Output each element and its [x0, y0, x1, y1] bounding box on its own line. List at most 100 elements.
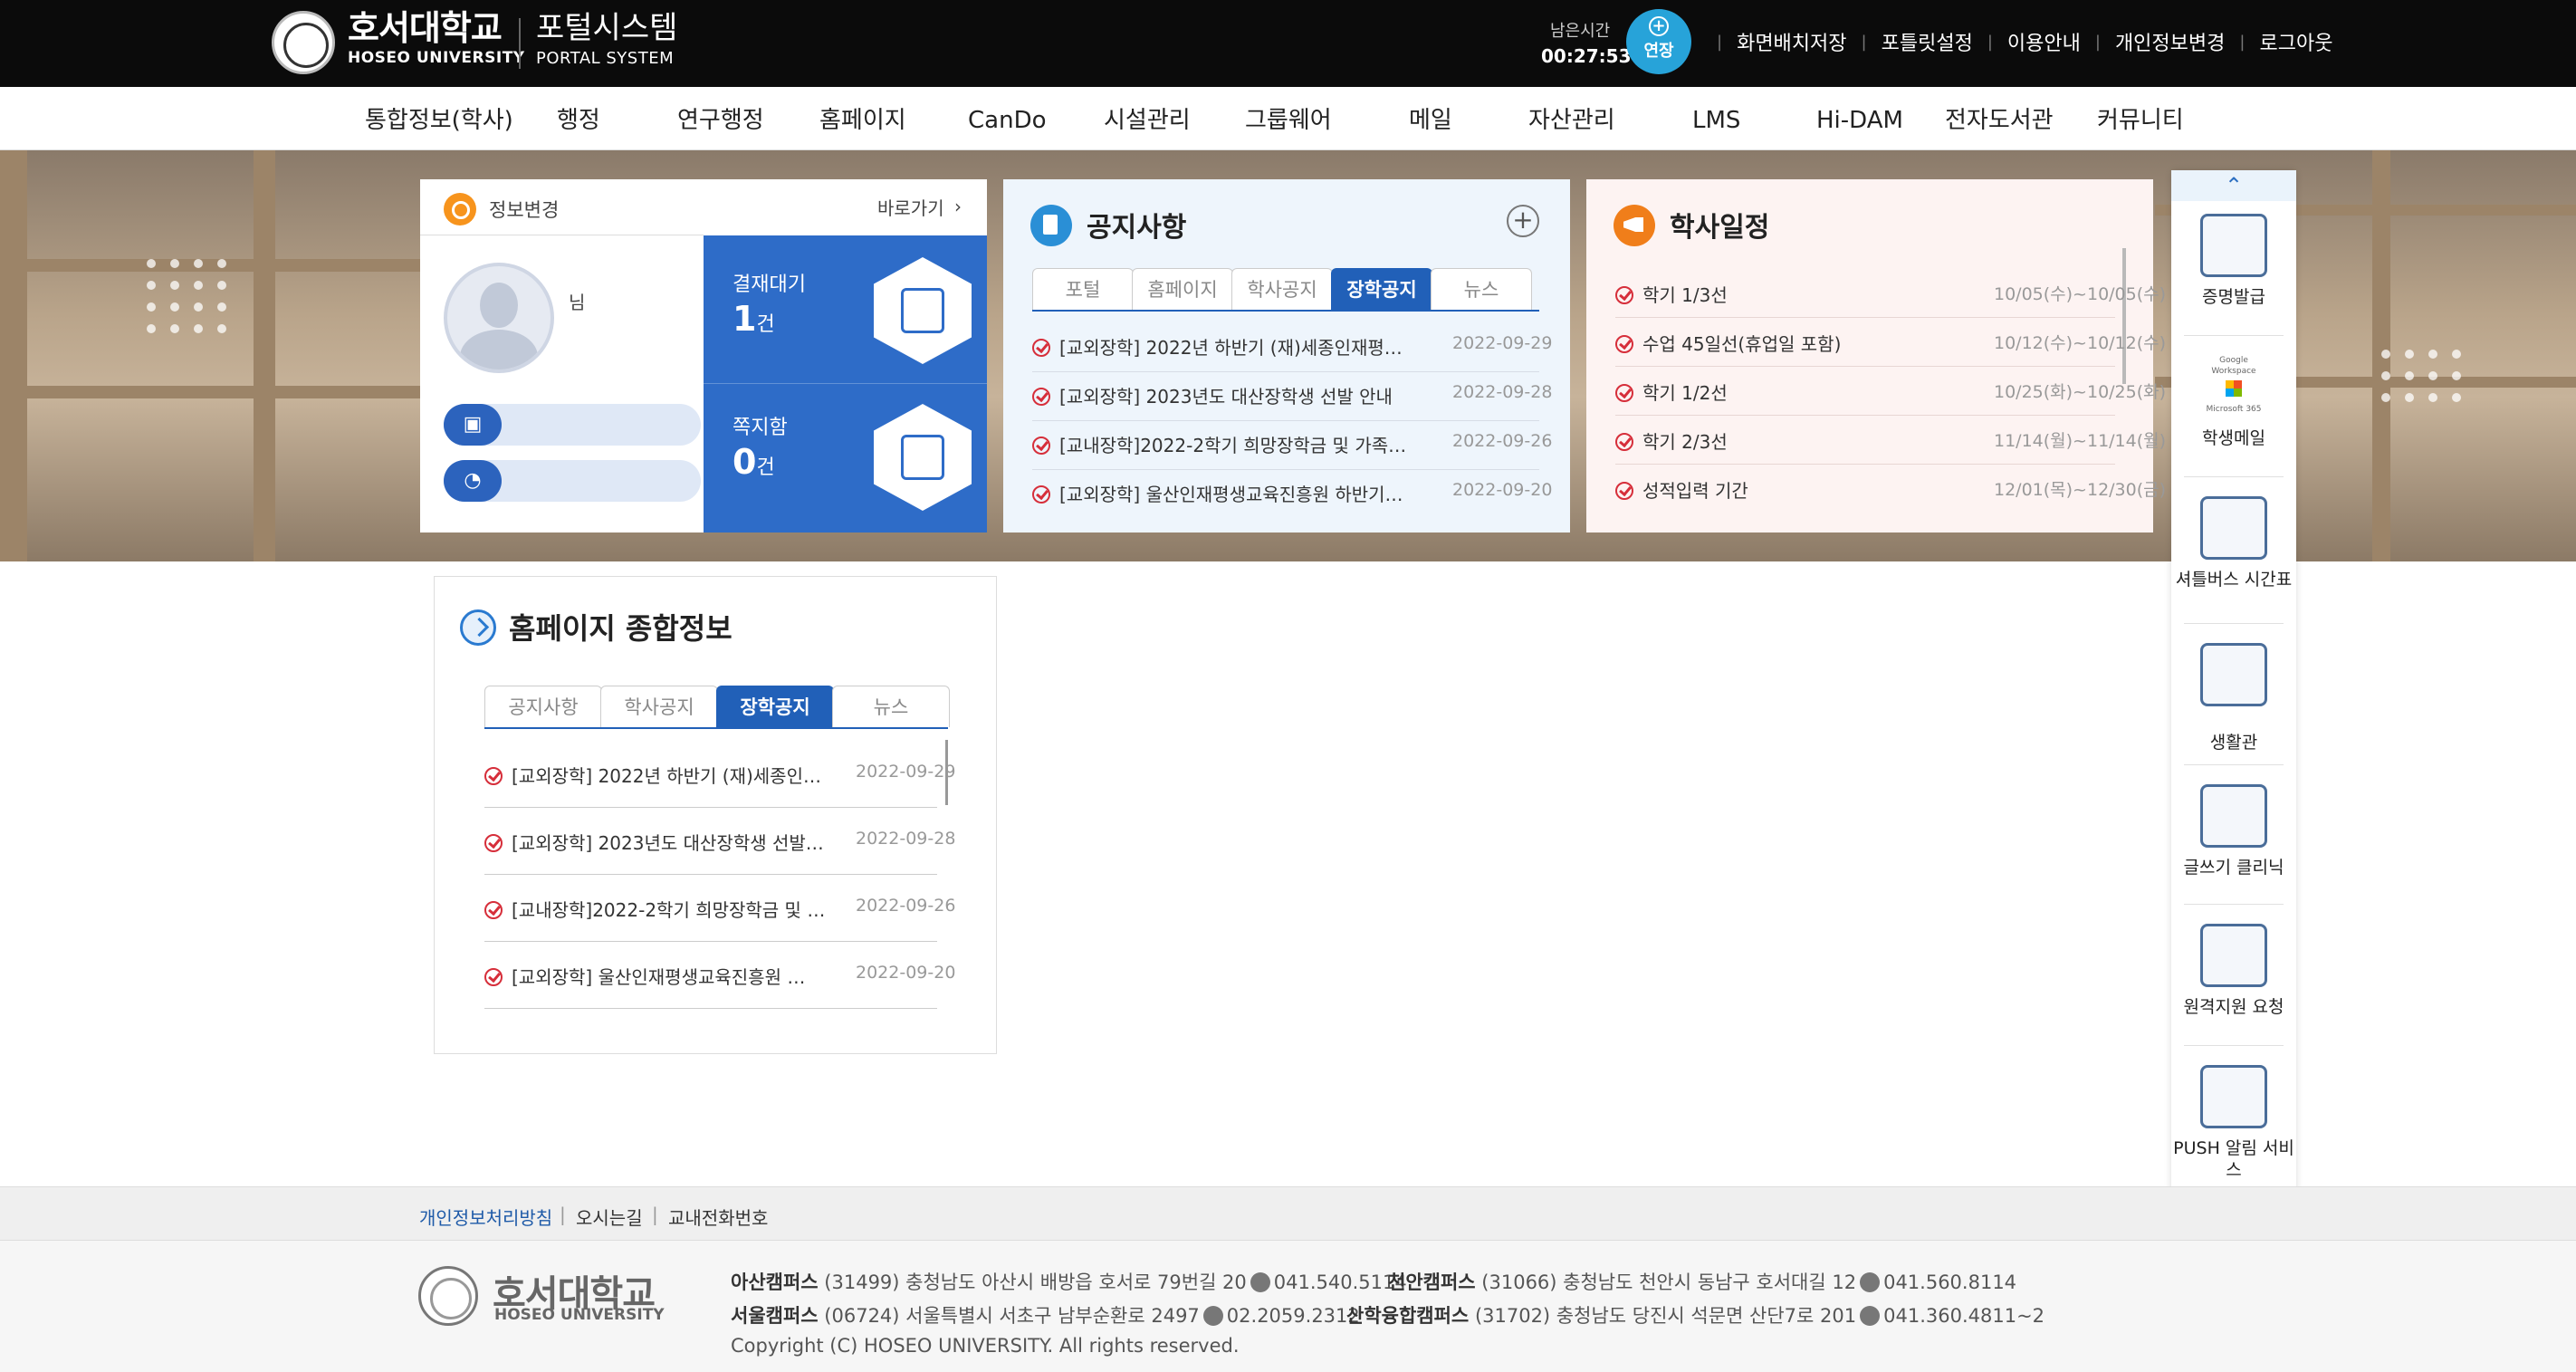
list-item[interactable]: [교외장학] 2022년 하반기 (재)세종인재평… 2022-09-29 [1032, 333, 1552, 360]
homepage-tabs: 공지사항 학사공지 장학공지 뉴스 [484, 686, 950, 727]
logo-title[interactable]: 호서대학교 [348, 9, 503, 47]
top-link-portlet-settings[interactable]: 포틀릿설정 [1882, 27, 1973, 56]
footer-logo-subtitle: HOSEO UNIVERSITY [494, 1306, 665, 1324]
approval-count: 1건 [733, 299, 775, 339]
check-icon [484, 968, 503, 986]
extend-session-button[interactable]: + 연장 [1626, 9, 1691, 74]
quick-item-student-mail[interactable]: Google Workspace Microsoft 365 학생메일 [2171, 355, 2296, 449]
top-link-save-layout[interactable]: 화면배치저장 [1737, 27, 1846, 56]
pen-icon [2200, 784, 2267, 848]
user-info-pill[interactable]: ▣ [444, 404, 701, 446]
building-icon [2200, 643, 2267, 706]
list-item[interactable]: [교내장학]2022-2학기 희망장학금 및 … 2022-09-26 [484, 896, 955, 922]
tab-scholarship-notice[interactable]: 장학공지 [716, 686, 834, 727]
nav-item-facility[interactable]: 시설관리 [1104, 87, 1191, 150]
approval-pending[interactable]: 결재대기 1건 [704, 235, 987, 384]
top-link-logout[interactable]: 로그아웃 [2259, 27, 2332, 56]
check-icon [1615, 433, 1633, 451]
approval-label: 결재대기 [733, 273, 806, 296]
quick-item-writing-clinic[interactable]: 글쓰기 클리닉 [2171, 784, 2296, 878]
document-icon [1030, 205, 1072, 246]
chevron-up-icon[interactable]: ⌃ [2171, 170, 2296, 201]
phone-icon [1250, 1272, 1270, 1292]
top-link-edit-profile[interactable]: 개인정보변경 [2115, 27, 2225, 56]
check-icon [1615, 384, 1633, 402]
top-links: | 화면배치저장 | 포틀릿설정 | 이용안내 | 개인정보변경 | 로그아웃 [1702, 27, 2332, 56]
alarm-info-pill[interactable]: ◔ [444, 460, 701, 502]
portal-title: 포털시스템 [536, 10, 678, 46]
university-seal-logo[interactable] [272, 11, 335, 74]
info-panel: 정보변경 바로가기 › 님 ▣ ◔ 결재대기 1건 쪽지함 0건 [420, 179, 987, 532]
schedule-scrollbar[interactable] [2122, 248, 2126, 384]
user-name-suffix: 님 [569, 292, 586, 313]
schedule-item[interactable]: 학기 1/3선 10/05(수)~10/05(수) [1615, 281, 2166, 307]
nav-item-mail[interactable]: 메일 [1409, 87, 1452, 150]
check-icon [1032, 437, 1050, 455]
list-item[interactable]: [교외장학] 울산인재평생교육진흥원 하반기… 2022-09-20 [1032, 480, 1552, 506]
footer-link-directions[interactable]: 오시는길 [576, 1204, 643, 1230]
nav-item-cando[interactable]: CanDo [968, 87, 1047, 150]
nav-item-homepage[interactable]: 홈페이지 [819, 87, 906, 150]
check-icon [1615, 335, 1633, 353]
nav-item-administration[interactable]: 행정 [557, 87, 600, 150]
footer-link-phone-directory[interactable]: 교내전화번호 [668, 1204, 768, 1230]
schedule-item[interactable]: 성적입력 기간 12/01(목)~12/30(금) [1615, 476, 2166, 503]
logo-subtitle: HOSEO UNIVERSITY [348, 49, 525, 67]
megaphone-icon [1614, 205, 1655, 246]
schedule-item[interactable]: 학기 2/3선 11/14(월)~11/14(월) [1615, 427, 2166, 454]
tab-news[interactable]: 뉴스 [832, 686, 950, 727]
check-icon [1615, 286, 1633, 304]
remaining-time-value: 00:27:53 [1541, 45, 1632, 67]
list-item[interactable]: [교내장학]2022-2학기 희망장학금 및 가족… 2022-09-26 [1032, 431, 1552, 457]
nav-item-lms[interactable]: LMS [1692, 87, 1740, 150]
message-box[interactable]: 쪽지함 0건 [704, 384, 987, 532]
list-item[interactable]: [교외장학] 2023년도 대산장학생 선발 안내 2022-09-28 [1032, 382, 1552, 408]
check-icon [1032, 485, 1050, 504]
quick-item-dormitory[interactable]: 생활관 [2171, 643, 2296, 753]
portal-subtitle: PORTAL SYSTEM [536, 49, 675, 68]
list-item[interactable]: [교외장학] 울산인재평생교육진흥원 … 2022-09-20 [484, 963, 955, 989]
tab-academic-notice[interactable]: 학사공지 [600, 686, 718, 727]
more-plus-icon[interactable]: + [1507, 205, 1539, 237]
nav-item-groupware[interactable]: 그룹웨어 [1245, 87, 1332, 150]
quick-menu: ⌃ 증명발급 Google Workspace Microsoft 365 학생메… [2171, 170, 2296, 1221]
monitor-icon: ▣ [444, 404, 502, 446]
chevron-right-icon[interactable]: › [954, 196, 962, 217]
tab-portal[interactable]: 포털 [1032, 268, 1134, 310]
quick-item-push-alert[interactable]: PUSH 알림 서비스 [2171, 1065, 2296, 1181]
quick-item-remote-support[interactable]: 원격지원 요청 [2171, 924, 2296, 1018]
tab-academic-notice[interactable]: 학사공지 [1231, 268, 1333, 310]
nav-item-assets[interactable]: 자산관리 [1528, 87, 1615, 150]
nav-item-academic[interactable]: 통합정보(학사) [365, 87, 513, 150]
homepage-info-panel: 홈페이지 종합정보 공지사항 학사공지 장학공지 뉴스 [교외장학] 2022년… [434, 576, 997, 1054]
footer-link-privacy[interactable]: 개인정보처리방침 [419, 1204, 552, 1230]
logo-divider [519, 18, 521, 69]
tab-notice[interactable]: 공지사항 [484, 686, 602, 727]
bus-icon [2200, 496, 2267, 560]
tab-news[interactable]: 뉴스 [1431, 268, 1532, 310]
footer-copyright: Copyright (C) HOSEO UNIVERSITY. All righ… [731, 1335, 1240, 1357]
remaining-time-label: 남은시간 [1550, 22, 1611, 41]
printer-icon [2200, 214, 2267, 277]
list-item[interactable]: [교외장학] 2022년 하반기 (재)세종인… 2022-09-29 [484, 762, 955, 788]
quick-item-shuttle-bus[interactable]: 셔틀버스 시간표 [2171, 496, 2296, 590]
list-item[interactable]: [교외장학] 2023년도 대산장학생 선발… 2022-09-28 [484, 829, 955, 855]
footer-address-asan: 아산캠퍼스 (31499) 충청남도 아산시 배방읍 호서로 79번길 20 04… [731, 1271, 1407, 1293]
schedule-item[interactable]: 학기 1/2선 10/25(화)~10/25(화) [1615, 379, 2166, 405]
phone-icon [1860, 1272, 1881, 1292]
plus-icon: + [1649, 16, 1669, 36]
alarm-clock-icon: ◔ [444, 460, 502, 502]
nav-item-hi-dam[interactable]: Hi-DAM [1816, 87, 1903, 150]
footer-address-seoul: 서울캠퍼스 (06724) 서울특별시 서초구 남부순환로 2497 02.205… [731, 1305, 1360, 1327]
check-icon [484, 901, 503, 919]
nav-item-community[interactable]: 커뮤니티 [2097, 87, 2184, 150]
nav-item-library[interactable]: 전자도서관 [1945, 87, 2054, 150]
top-link-guide[interactable]: 이용안내 [2007, 27, 2081, 56]
decorative-dots [2381, 350, 2463, 402]
schedule-item[interactable]: 수업 45일선(휴업일 포함) 10/12(수)~10/12(수) [1615, 330, 2166, 356]
goto-link[interactable]: 바로가기 [877, 194, 944, 220]
nav-item-research[interactable]: 연구행정 [677, 87, 764, 150]
tab-homepage[interactable]: 홈페이지 [1132, 268, 1233, 310]
tab-scholarship-notice[interactable]: 장학공지 [1331, 268, 1432, 310]
quick-item-certificate[interactable]: 증명발급 [2171, 214, 2296, 308]
